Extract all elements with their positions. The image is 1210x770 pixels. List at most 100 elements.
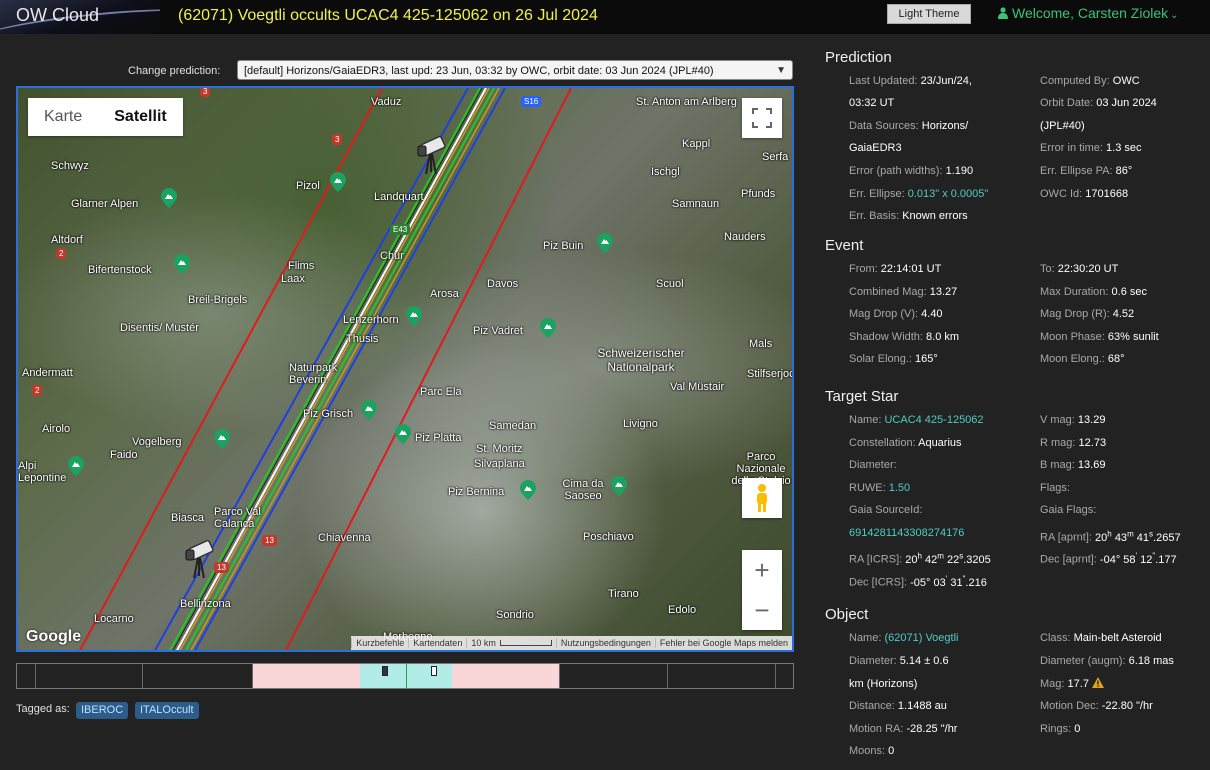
road-shield: 13 [262,535,277,546]
star-name-label: Name: [849,414,882,426]
map-place: Parco Val Calanca [214,506,261,530]
map-place: Schwyz [51,160,89,172]
error-path-field: Error (path widths): 1.190 [849,164,973,179]
map-place: Chiavenna [318,532,371,544]
distance-label: Distance: [849,700,895,712]
map-marker-icon[interactable] [611,476,627,496]
error-time-field: Error in time: 1.3 sec [1040,141,1142,156]
gaia-source-link[interactable]: 6914281143308274176 [849,527,964,539]
max-duration-value: 0.6 sec [1111,286,1148,298]
map-marker-icon[interactable] [361,400,377,420]
rings-label: Rings: [1040,723,1072,735]
r-mag-label: R mag: [1040,437,1076,449]
gaia-flags-label: Gaia Flags: [1040,504,1097,516]
ra-icrs-label: RA [ICRS]: [849,553,903,566]
ruwe-link[interactable]: 1.50 [889,482,910,494]
timeline-handle-end[interactable] [431,666,437,676]
combined-mag-label: Combined Mag: [849,286,927,298]
map-place: Edolo [668,604,697,616]
warning-icon[interactable] [1092,677,1105,688]
page-title: (62071) Voegtli occults UCAC4 425-125062… [178,7,598,24]
object-name-link[interactable]: (62071) Voegtli [884,632,958,644]
moon-phase-field: Moon Phase: 63% sunlit [1040,330,1159,345]
pegman-icon [757,484,767,512]
data-sources-value2: GaiaEDR3 [849,142,902,154]
map-data-link[interactable]: Kartendaten [408,638,466,648]
map-marker-icon[interactable] [174,254,190,274]
dec-aprnt-value: -04° 58' 12".177 [1099,551,1177,566]
keyboard-shortcuts-link[interactable]: Kurzbefehle [351,638,408,648]
observer-telescope-icon[interactable] [182,536,218,580]
class-field: Class: Main-belt Asteroid [1040,631,1162,646]
from-label: From: [849,263,878,275]
timeline-tick [252,664,253,688]
error-path-value: 1.190 [945,165,974,177]
flags-field: Flags: [1040,481,1070,496]
moon-phase-value: 63% sunlit [1107,331,1159,343]
map-place: Faido [110,449,138,461]
map-place: Tirano [608,588,639,600]
err-basis-field: Err. Basis: Known errors [849,209,968,224]
object-name-field: Name: (62071) Voegtli [849,631,958,646]
map-type-karte-button[interactable]: Karte [28,98,98,136]
map-marker-icon[interactable] [161,188,177,208]
observer-telescope-icon[interactable] [414,132,450,176]
map-place: Scuol [656,278,684,290]
last-updated-field-line2: 03:32 UT [849,96,894,111]
map-place: Disentis/ Mustér [120,322,199,334]
err-basis-label: Err. Basis: [849,210,900,222]
map-view[interactable]: Vaduz St. Anton am Arlberg Schwyz Kappl … [16,86,794,652]
dec-icrs-field: Dec [ICRS]: -05° 03' 31".216 [849,571,987,591]
zoom-out-button[interactable]: − [742,590,782,630]
timeline-handle-start[interactable] [382,666,388,676]
last-updated-field: Last Updated: 23/Jun/24, [849,74,972,89]
report-error-link[interactable]: Fehler bei Google Maps melden [654,638,792,648]
b-mag-label: B mag: [1040,459,1075,471]
road-shield: S16 [521,96,542,107]
map-type-satellit-button[interactable]: Satellit [98,98,182,136]
err-ellipse-label: Err. Ellipse: [849,188,905,200]
map-place: Serfa [762,151,789,163]
map-place: Val Müstair [670,381,725,393]
terms-link[interactable]: Nutzungsbedingungen [555,638,655,648]
map-marker-icon[interactable] [395,424,411,444]
distance-value: 1.1488 au [897,700,947,712]
map-place: Pfunds [741,188,776,200]
map-marker-icon[interactable] [597,233,613,253]
tag-iberoc[interactable]: IBEROC [76,702,129,719]
solar-elong-field: Solar Elong.: 165° [849,352,938,367]
road-shield: 2 [56,248,67,259]
gaia-flags-field: Gaia Flags: [1040,503,1096,518]
event-timeline[interactable] [16,663,794,689]
dec-aprnt-label: Dec [aprnt]: [1040,553,1097,566]
star-name-link[interactable]: UCAC4 425-125062 [884,414,983,426]
logo[interactable]: OW Cloud [0,0,160,34]
map-marker-icon[interactable] [520,480,536,500]
to-value: 22:30:20 UT [1057,263,1119,275]
map-marker-icon[interactable] [214,429,230,449]
timeline-tick [667,664,668,688]
map-place: Airolo [42,423,71,435]
fullscreen-button[interactable] [742,98,782,138]
map-marker-icon[interactable] [406,306,422,326]
err-ellipse-link[interactable]: 0.013" x 0.0005" [908,188,989,200]
map-marker-icon[interactable] [330,172,346,192]
map-marker-icon[interactable] [68,456,84,476]
data-sources-label: Data Sources: [849,120,919,132]
map-place: Laax [281,273,305,285]
moon-phase-label: Moon Phase: [1040,331,1105,343]
map-place: Naturpark Beverin [289,362,338,386]
map-marker-icon[interactable] [540,318,556,338]
zoom-in-button[interactable]: + [742,550,782,590]
user-menu[interactable]: Welcome, Carsten Ziolek ⌄ [998,5,1179,21]
prediction-select[interactable]: [default] Horizons/GaiaEDR3, last upd: 2… [237,60,793,80]
tag-italoccult[interactable]: ITALOccult [135,702,199,719]
diameter-augm-label: Diameter (augm): [1040,655,1126,667]
street-view-pegman-button[interactable] [742,478,782,518]
map-place: Andermatt [22,367,73,379]
ra-aprnt-label: RA [aprnt]: [1040,531,1092,544]
moon-elong-value: 68° [1107,353,1125,365]
light-theme-button[interactable]: Light Theme [887,4,971,24]
timeline-tick [559,664,560,688]
mag-field: Mag: 17.7 [1040,677,1105,692]
